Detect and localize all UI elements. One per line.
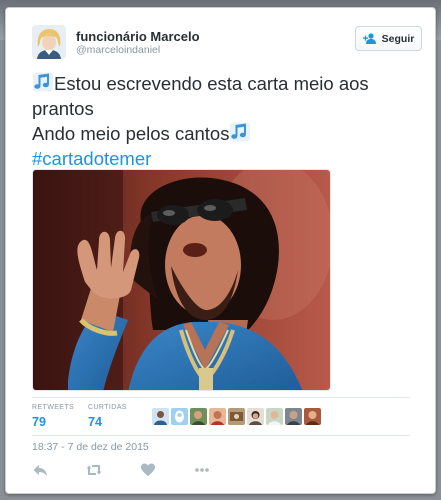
author-avatar[interactable] bbox=[32, 25, 66, 59]
liker-avatar[interactable] bbox=[190, 408, 207, 425]
reply-icon[interactable] bbox=[32, 462, 48, 478]
stats-divider-bottom bbox=[32, 435, 410, 436]
more-icon[interactable] bbox=[194, 462, 210, 478]
liker-avatars bbox=[152, 408, 321, 426]
liker-avatar[interactable] bbox=[247, 408, 264, 425]
tweet-header: funcionário Marcelo @marceloindaniel Seg… bbox=[32, 25, 422, 65]
tweet-card: funcionário Marcelo @marceloindaniel Seg… bbox=[5, 7, 436, 494]
musical-notes-icon bbox=[33, 72, 53, 92]
liker-avatar[interactable] bbox=[228, 408, 245, 425]
liker-avatar[interactable] bbox=[304, 408, 321, 425]
author-name[interactable]: funcionário Marcelo bbox=[76, 29, 200, 44]
like-icon[interactable] bbox=[140, 462, 156, 478]
retweet-icon[interactable] bbox=[86, 462, 102, 478]
retweets-label: RETWEETS bbox=[32, 404, 75, 411]
hashtag-link[interactable]: #cartadotemer bbox=[32, 146, 422, 171]
liker-avatar[interactable] bbox=[171, 408, 188, 425]
likes-stat[interactable]: CURTIDAS 74 bbox=[88, 404, 127, 429]
stats-divider-top bbox=[32, 397, 410, 398]
liker-avatar[interactable] bbox=[152, 408, 169, 425]
liker-avatar[interactable] bbox=[209, 408, 226, 425]
add-user-icon bbox=[362, 33, 376, 44]
tweet-text-line-3: Ando meio pelos cantos bbox=[32, 123, 230, 144]
tweet-stats: RETWEETS 79 CURTIDAS 74 bbox=[32, 404, 410, 434]
follow-button-label: Seguir bbox=[381, 32, 415, 45]
likes-label: CURTIDAS bbox=[88, 404, 127, 411]
musical-notes-icon bbox=[230, 122, 251, 142]
author-handle[interactable]: @marceloindaniel bbox=[76, 44, 160, 56]
follow-button[interactable]: Seguir bbox=[355, 26, 422, 51]
retweets-count: 79 bbox=[32, 415, 46, 429]
tweet-text-line-1: Estou escrevendo esta carta meio aos bbox=[54, 73, 369, 94]
tweet-text-line-2: prantos bbox=[32, 98, 94, 119]
tweet-text: Estou escrevendo esta carta meio aos pra… bbox=[32, 71, 422, 171]
tweet-timestamp[interactable]: 18:37 - 7 de dez de 2015 bbox=[32, 441, 149, 453]
liker-avatar[interactable] bbox=[285, 408, 302, 425]
likes-count: 74 bbox=[88, 415, 102, 429]
liker-avatar[interactable] bbox=[266, 408, 283, 425]
retweets-stat[interactable]: RETWEETS 79 bbox=[32, 404, 74, 429]
tweet-photo[interactable] bbox=[32, 169, 331, 391]
tweet-actions bbox=[32, 462, 232, 482]
